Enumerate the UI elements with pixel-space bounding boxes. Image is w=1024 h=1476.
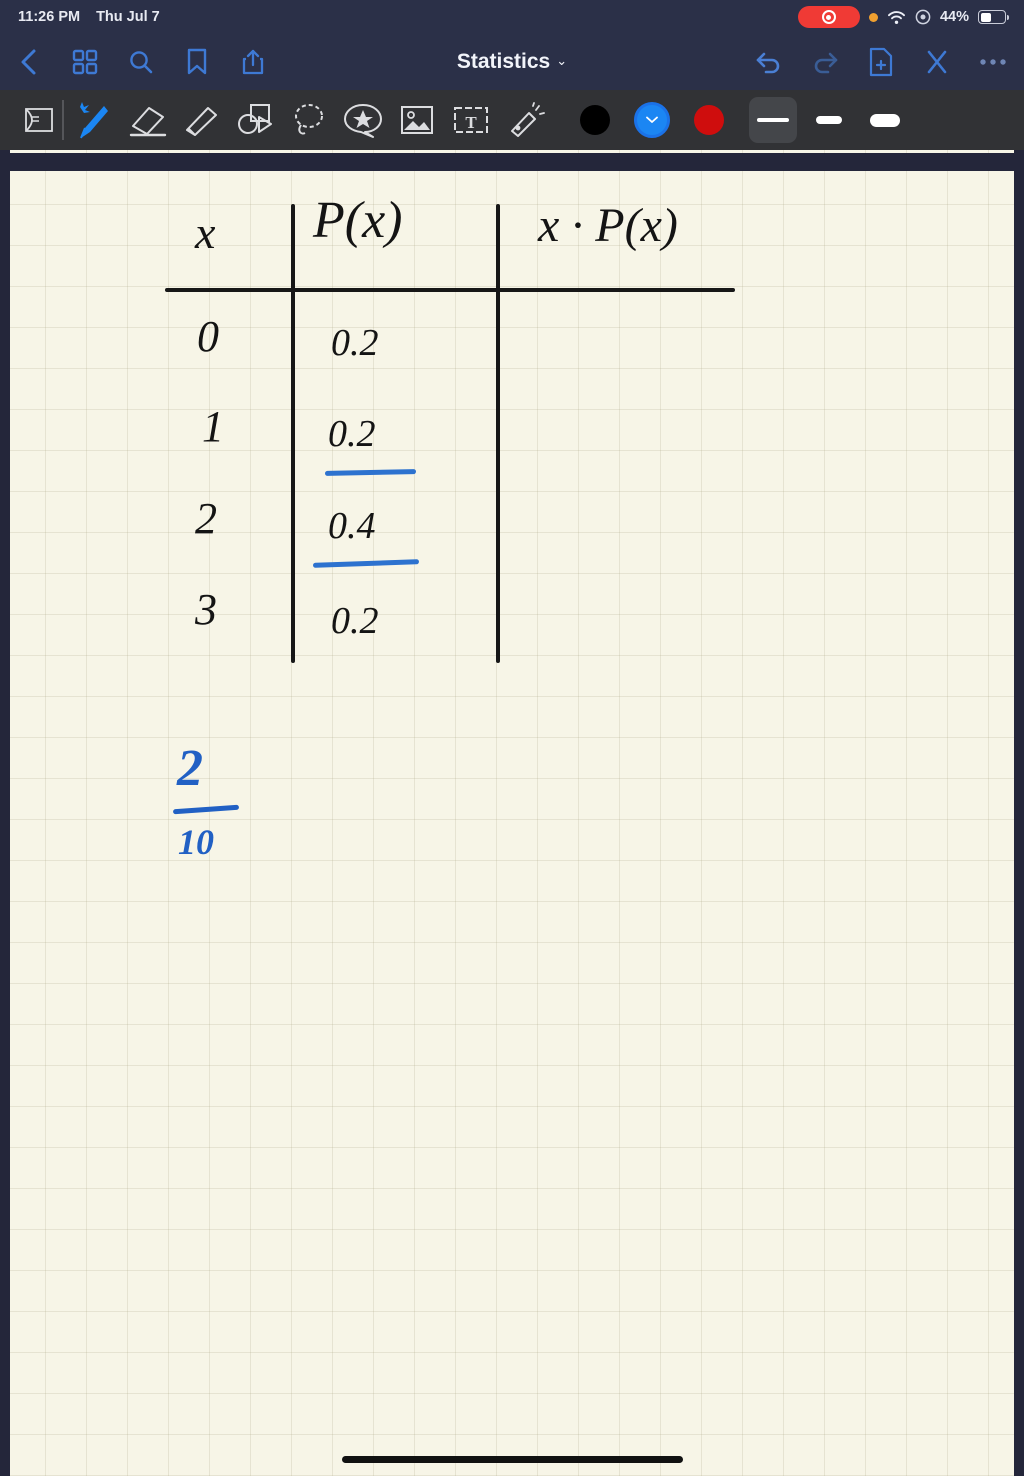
table-column-divider-2	[496, 204, 500, 663]
undo-icon[interactable]	[754, 47, 784, 77]
more-options-icon[interactable]	[978, 47, 1008, 77]
notebook-canvas[interactable]: x P(x) x · P(x) 0 0.2 1 0.2 2 0.4 3 0.2 …	[0, 150, 1024, 1476]
status-bar: 11:26 PM Thu Jul 7 44%	[0, 0, 1024, 34]
close-icon[interactable]	[922, 47, 952, 77]
drawing-toolbar: T	[0, 90, 1024, 150]
status-time: 11:26 PM	[18, 9, 81, 25]
share-icon[interactable]	[238, 47, 268, 77]
text-box-tool[interactable]: T	[444, 94, 498, 146]
highlighter-tool[interactable]	[174, 94, 228, 146]
laser-pointer-tool[interactable]	[498, 94, 552, 146]
shapes-tool[interactable]	[228, 94, 282, 146]
location-icon	[915, 9, 931, 25]
page-flip-tool[interactable]	[12, 94, 66, 146]
page-title-label: Statistics	[456, 50, 551, 73]
wifi-icon	[888, 10, 905, 24]
stroke-width-thin[interactable]	[749, 97, 797, 143]
table-cell-x-0: 0	[197, 312, 219, 361]
battery-icon	[978, 10, 1010, 24]
bookmark-icon[interactable]	[182, 47, 212, 77]
lasso-tool[interactable]	[282, 94, 336, 146]
color-swatch-blue[interactable]	[623, 94, 680, 146]
fraction-denominator: 10	[178, 822, 214, 862]
stroke-width-thick[interactable]	[861, 97, 909, 143]
eraser-tool[interactable]	[120, 94, 174, 146]
table-header-x-times-px: x · P(x)	[538, 199, 678, 252]
nav-left-group	[0, 47, 268, 77]
table-cell-px-0: 0.2	[331, 322, 379, 364]
table-cell-x-1: 1	[202, 402, 224, 451]
fraction-numerator: 2	[177, 740, 203, 797]
table-header-x: x	[195, 207, 216, 258]
table-cell-px-1: 0.2	[328, 413, 376, 455]
redo-icon[interactable]	[810, 47, 840, 77]
image-tool[interactable]	[390, 94, 444, 146]
search-icon[interactable]	[126, 47, 156, 77]
ipad-notes-app: 11:26 PM Thu Jul 7 44% Statistics ⌄ T x …	[0, 0, 1024, 1476]
status-date: Thu Jul 7	[96, 9, 160, 25]
nav-right-group	[754, 47, 1024, 77]
pen-tool[interactable]	[62, 94, 120, 146]
navigation-bar: Statistics ⌄	[0, 34, 1024, 90]
new-page-icon[interactable]	[866, 47, 896, 77]
previous-page-sliver	[10, 150, 1014, 153]
blue-underline-row-2	[312, 559, 420, 568]
sticker-tool[interactable]	[336, 94, 390, 146]
table-column-divider-1	[291, 204, 295, 663]
fraction-bar	[172, 804, 240, 815]
status-bar-left: 11:26 PM Thu Jul 7	[18, 9, 160, 25]
record-icon	[821, 10, 836, 24]
back-button[interactable]	[14, 47, 44, 77]
stroke-width-medium[interactable]	[805, 97, 853, 143]
table-cell-px-2: 0.4	[328, 505, 376, 547]
status-bar-right: 44%	[797, 6, 1010, 28]
color-swatch-red[interactable]	[680, 94, 737, 146]
blue-underline-row-1	[324, 469, 417, 476]
table-header-rule	[165, 288, 735, 292]
table-cell-x-3: 3	[195, 585, 217, 634]
chevron-down-icon	[645, 116, 658, 123]
color-swatch-black[interactable]	[566, 94, 623, 146]
orange-privacy-dot-icon	[868, 12, 878, 22]
svg-text:T: T	[465, 113, 477, 132]
screen-recording-pill[interactable]	[797, 6, 860, 28]
battery-percent-label: 44%	[939, 9, 969, 25]
thumbnails-grid-icon[interactable]	[70, 47, 100, 77]
home-indicator[interactable]	[342, 1456, 683, 1463]
current-page[interactable]: x P(x) x · P(x) 0 0.2 1 0.2 2 0.4 3 0.2 …	[10, 171, 1014, 1476]
table-cell-x-2: 2	[195, 494, 217, 543]
table-header-px: P(x)	[313, 192, 403, 249]
table-cell-px-3: 0.2	[331, 600, 379, 642]
chevron-down-icon: ⌄	[556, 53, 568, 68]
